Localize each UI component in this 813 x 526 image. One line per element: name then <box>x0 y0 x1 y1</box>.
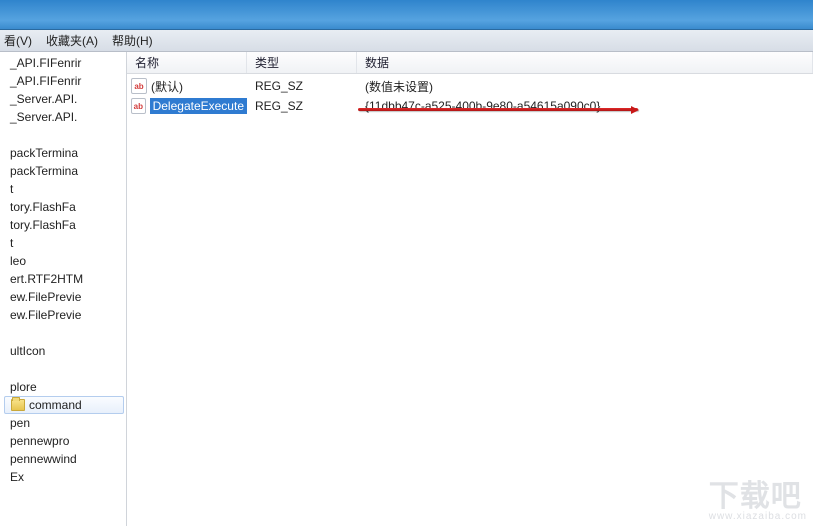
values-pane: 名称 类型 数据 ab(默认)REG_SZ(数值未设置)abDelegateEx… <box>127 52 813 526</box>
col-type[interactable]: 类型 <box>247 52 357 73</box>
tree-item[interactable] <box>0 126 126 144</box>
tree-item-label: ert.RTF2HTM <box>10 270 83 288</box>
tree-item[interactable] <box>0 360 126 378</box>
col-name[interactable]: 名称 <box>127 52 247 73</box>
tree-item-label: plore <box>10 378 37 396</box>
tree-item-label: t <box>10 234 13 252</box>
tree-item[interactable]: t <box>0 234 126 252</box>
tree-item[interactable]: t <box>0 180 126 198</box>
tree-item-label: packTermina <box>10 162 78 180</box>
reg-string-icon: ab <box>131 78 147 94</box>
tree-item[interactable]: pennewpro <box>0 432 126 450</box>
tree-item-label: t <box>10 180 13 198</box>
tree-item[interactable]: ew.FilePrevie <box>0 306 126 324</box>
window-titlebar <box>0 0 813 30</box>
tree-item[interactable]: _API.FIFenrir <box>0 54 126 72</box>
tree-item-label: pennewwind <box>10 450 77 468</box>
tree-item-label: pen <box>10 414 30 432</box>
tree-item-label: ultIcon <box>10 342 45 360</box>
tree-item-label: _API.FIFenrir <box>10 72 81 90</box>
tree-item-label: command <box>29 396 82 414</box>
menu-help[interactable]: 帮助(H) <box>112 32 153 49</box>
tree-item[interactable]: pen <box>0 414 126 432</box>
menu-favorites[interactable]: 收藏夹(A) <box>46 32 98 49</box>
tree-item[interactable]: packTermina <box>0 144 126 162</box>
folder-icon <box>11 399 25 411</box>
reg-string-icon: ab <box>131 98 146 114</box>
tree-item[interactable]: _API.FIFenrir <box>0 72 126 90</box>
tree-item-label: tory.FlashFa <box>10 216 76 234</box>
menu-bar: 看(V) 收藏夹(A) 帮助(H) <box>0 30 813 52</box>
tree-item-label: ew.FilePrevie <box>10 288 81 306</box>
tree-item[interactable]: _Server.API. <box>0 90 126 108</box>
tree-item-label: _Server.API. <box>10 90 77 108</box>
tree-item[interactable]: packTermina <box>0 162 126 180</box>
tree-item[interactable]: pennewwind <box>0 450 126 468</box>
value-type: REG_SZ <box>247 79 357 93</box>
value-data: (数值未设置) <box>357 78 813 95</box>
registry-tree[interactable]: _API.FIFenrir_API.FIFenrir_Server.API._S… <box>0 52 127 526</box>
value-name-cell: ab(默认) <box>127 78 247 95</box>
tree-item[interactable]: ew.FilePrevie <box>0 288 126 306</box>
tree-item[interactable]: _Server.API. <box>0 108 126 126</box>
tree-item-label: pennewpro <box>10 432 69 450</box>
value-name-cell: abDelegateExecute <box>127 98 247 114</box>
tree-item-label: Ex <box>10 468 24 486</box>
tree-item-label: leo <box>10 252 26 270</box>
tree-item-label: ew.FilePrevie <box>10 306 81 324</box>
column-header: 名称 类型 数据 <box>127 52 813 74</box>
tree-item[interactable]: ert.RTF2HTM <box>0 270 126 288</box>
value-row[interactable]: ab(默认)REG_SZ(数值未设置) <box>127 76 813 96</box>
tree-item[interactable]: tory.FlashFa <box>0 198 126 216</box>
col-data[interactable]: 数据 <box>357 52 813 73</box>
tree-item[interactable]: Ex <box>0 468 126 486</box>
tree-item-label: _API.FIFenrir <box>10 54 81 72</box>
tree-item[interactable]: leo <box>0 252 126 270</box>
tree-item-label: tory.FlashFa <box>10 198 76 216</box>
tree-item[interactable]: ultIcon <box>0 342 126 360</box>
tree-folder-command[interactable]: command <box>4 396 124 414</box>
tree-item[interactable] <box>0 324 126 342</box>
tree-item-label: packTermina <box>10 144 78 162</box>
tree-item[interactable]: tory.FlashFa <box>0 216 126 234</box>
tree-item-label: _Server.API. <box>10 108 77 126</box>
highlight-underline <box>358 108 638 111</box>
menu-view[interactable]: 看(V) <box>4 32 32 49</box>
tree-item[interactable]: plore <box>0 378 126 396</box>
value-name: DelegateExecute <box>150 98 247 114</box>
value-type: REG_SZ <box>247 99 357 113</box>
value-row[interactable]: abDelegateExecuteREG_SZ{11dbb47c-a525-40… <box>127 96 813 116</box>
value-name: (默认) <box>151 78 183 95</box>
